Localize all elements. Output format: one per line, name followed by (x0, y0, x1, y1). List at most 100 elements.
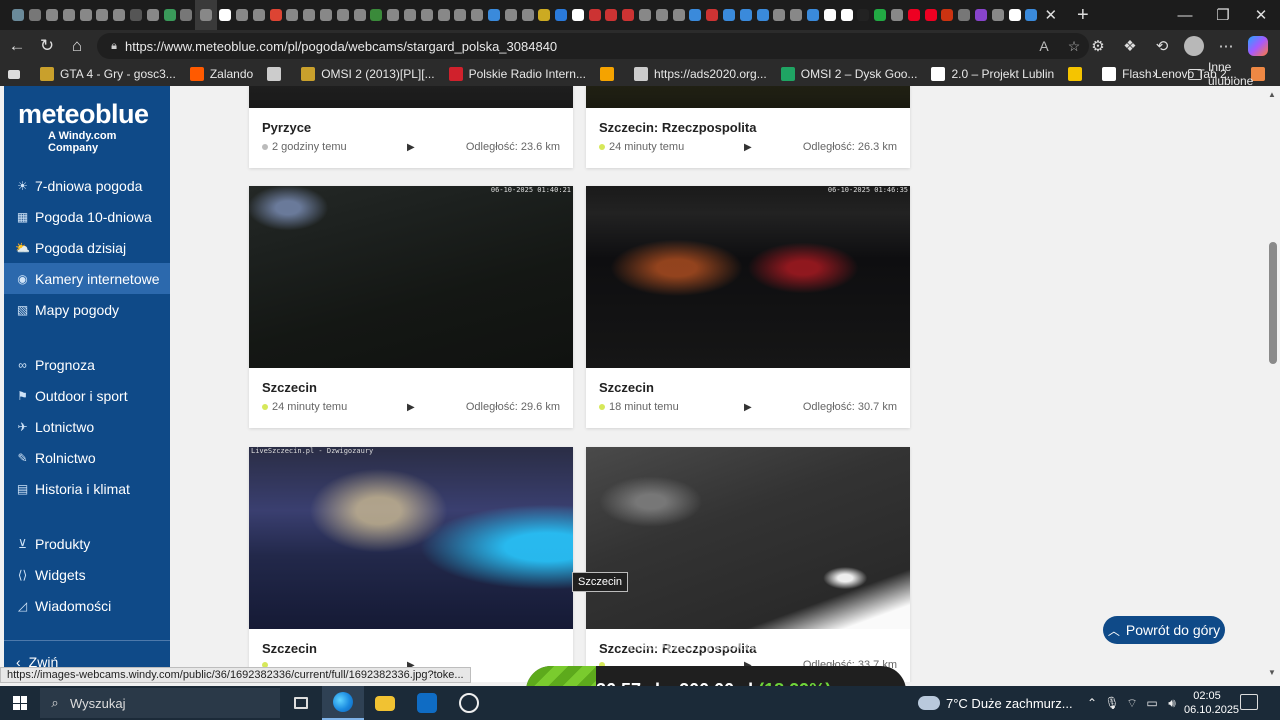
sidebar-item[interactable]: ⛅ Pogoda dzisiaj (4, 232, 170, 263)
webcam-card[interactable]: 06-10-2025 01:40:21 Szczecin 24 minuty tem… (249, 186, 573, 428)
browser-tab[interactable] (1023, 0, 1040, 30)
browser-tab[interactable] (94, 0, 111, 30)
sidebar-item[interactable]: ∞ Prognoza (4, 349, 170, 380)
browser-tab[interactable] (267, 0, 284, 30)
volume-icon[interactable]: 🔊︎ (1162, 696, 1182, 711)
play-icon[interactable]: ▶ (407, 402, 415, 413)
browser-tab[interactable] (821, 0, 838, 30)
webcam-title[interactable]: Szczecin (599, 380, 654, 395)
page-scrollbar[interactable]: ▲ ▼ (1266, 86, 1280, 682)
browser-tab[interactable] (368, 0, 385, 30)
maximize-button[interactable]: ❐ (1204, 0, 1242, 30)
copilot-icon[interactable] (1242, 31, 1274, 61)
browser-tab[interactable] (178, 0, 195, 30)
bookmarks-toggle-icon[interactable] (8, 69, 26, 79)
webcam-card[interactable]: LiveSzczecin.pl - Dzwigozaury Szczecin ▶ (249, 447, 573, 682)
bookmark-item[interactable]: OMSI 2 – Dysk Goo... (780, 67, 917, 81)
sidebar-item[interactable]: ✈ Lotnictwo (4, 411, 170, 442)
taskbar-search[interactable]: ⌕ Wyszukaj (40, 688, 280, 718)
browser-tab[interactable] (989, 0, 1006, 30)
browser-tab[interactable] (956, 0, 973, 30)
browser-tab[interactable] (637, 0, 654, 30)
close-window-button[interactable]: ✕ (1242, 0, 1280, 30)
bookmark-item[interactable] (1068, 67, 1088, 81)
sidebar-item[interactable]: ⟨⟩ Widgets (4, 559, 170, 590)
browser-tab[interactable] (586, 0, 603, 30)
browser-tab[interactable] (737, 0, 754, 30)
webcam-card[interactable]: 06-10-2025 01:46:35 Szczecin 18 minut temu… (586, 186, 910, 428)
browser-tab[interactable] (250, 0, 267, 30)
new-tab-button[interactable]: + (1068, 4, 1098, 27)
sidebar-item[interactable]: ▤ Historia i klimat (4, 473, 170, 504)
browser-tab[interactable] (1006, 0, 1023, 30)
browser-tab[interactable] (144, 0, 161, 30)
webcam-thumbnail[interactable] (249, 86, 573, 108)
profile-avatar[interactable] (1178, 31, 1210, 61)
sidebar-item[interactable]: ▧ Mapy pogody (4, 294, 170, 325)
webcam-card[interactable]: Pyrzyce 2 godziny temu ▶ Odległość: 23.6 km (249, 86, 573, 168)
notifications-icon[interactable] (1240, 694, 1258, 710)
browser-tab[interactable] (217, 0, 234, 30)
play-icon[interactable]: ▶ (744, 402, 752, 413)
browser-tab[interactable] (486, 0, 503, 30)
webcam-thumbnail[interactable] (586, 447, 910, 629)
browser-tab[interactable] (721, 0, 738, 30)
back-to-top-button[interactable]: ︿ Powrót do góry (1103, 616, 1225, 644)
scroll-up-arrow-icon[interactable]: ▲ (1268, 90, 1276, 99)
site-info-icon[interactable]: 🔒︎ (103, 40, 125, 53)
webcam-title[interactable]: Szczecin (262, 641, 317, 656)
browser-tab[interactable] (10, 0, 27, 30)
taskbar-clock[interactable]: 02:05 06.10.2025 (1184, 689, 1239, 717)
scrollbar-thumb[interactable] (1269, 242, 1277, 364)
browser-tab[interactable] (905, 0, 922, 30)
browser-tab[interactable] (570, 0, 587, 30)
bookmark-item[interactable]: Polskie Radio Intern... (448, 67, 586, 81)
other-favorites-folder[interactable]: Inne ulubione (1188, 60, 1280, 88)
browser-tab[interactable] (536, 0, 553, 30)
bookmark-item[interactable]: GTA 4 - Gry - gosc3... (40, 67, 176, 81)
browser-tab[interactable] (553, 0, 570, 30)
browser-tab[interactable] (653, 0, 670, 30)
browser-tab[interactable] (620, 0, 637, 30)
webcam-thumbnail[interactable]: 06-10-2025 01:40:21 (249, 186, 573, 368)
browser-tab[interactable] (519, 0, 536, 30)
browser-tab[interactable] (452, 0, 469, 30)
bookmark-item[interactable] (267, 67, 287, 81)
task-view-icon[interactable] (280, 686, 322, 720)
browser-tab[interactable] (77, 0, 94, 30)
browser-tab[interactable] (805, 0, 822, 30)
more-menu-icon[interactable]: ⋯ (1210, 31, 1242, 61)
minimize-button[interactable]: — (1166, 0, 1204, 30)
sidebar-item[interactable]: ▦ Pogoda 10-dniowa (4, 201, 170, 232)
microphone-icon[interactable]: 🎙︎ (1102, 696, 1122, 710)
sidebar-item[interactable]: ◿ Wiadomości (4, 590, 170, 621)
browser-tab[interactable] (855, 0, 872, 30)
browser-tab[interactable] (351, 0, 368, 30)
webcam-thumbnail[interactable]: LiveSzczecin.pl - Dzwigozaury (249, 447, 573, 629)
reload-button[interactable]: ↻ (32, 31, 62, 61)
browser-tab[interactable] (435, 0, 452, 30)
recording-app-icon[interactable] (448, 686, 490, 720)
browser-tab[interactable] (284, 0, 301, 30)
browser-tab[interactable] (111, 0, 128, 30)
browser-tab[interactable] (334, 0, 351, 30)
back-button[interactable]: ← (2, 31, 32, 61)
browser-tab[interactable] (872, 0, 889, 30)
address-bar[interactable]: 🔒︎ https://www.meteoblue.com/pl/pogoda/w… (97, 33, 1089, 59)
browser-tab[interactable] (194, 0, 217, 30)
webcam-thumbnail[interactable]: 06-10-2025 01:46:35 (586, 186, 910, 368)
browser-tab[interactable] (687, 0, 704, 30)
scroll-down-arrow-icon[interactable]: ▼ (1268, 668, 1276, 677)
browser-tab[interactable] (318, 0, 335, 30)
browser-tab[interactable] (754, 0, 771, 30)
battery-icon[interactable]: ▭ (1142, 696, 1162, 710)
browser-tab[interactable] (502, 0, 519, 30)
browser-tab[interactable] (402, 0, 419, 30)
play-icon[interactable]: ▶ (744, 142, 752, 153)
browser-tab[interactable] (27, 0, 44, 30)
sidebar-item[interactable]: ✎ Rolnictwo (4, 442, 170, 473)
weather-widget[interactable]: 7°C Duże zachmurz... (918, 686, 1073, 720)
browser-tab[interactable] (788, 0, 805, 30)
browser-tab[interactable] (670, 0, 687, 30)
browser-tab[interactable] (469, 0, 486, 30)
